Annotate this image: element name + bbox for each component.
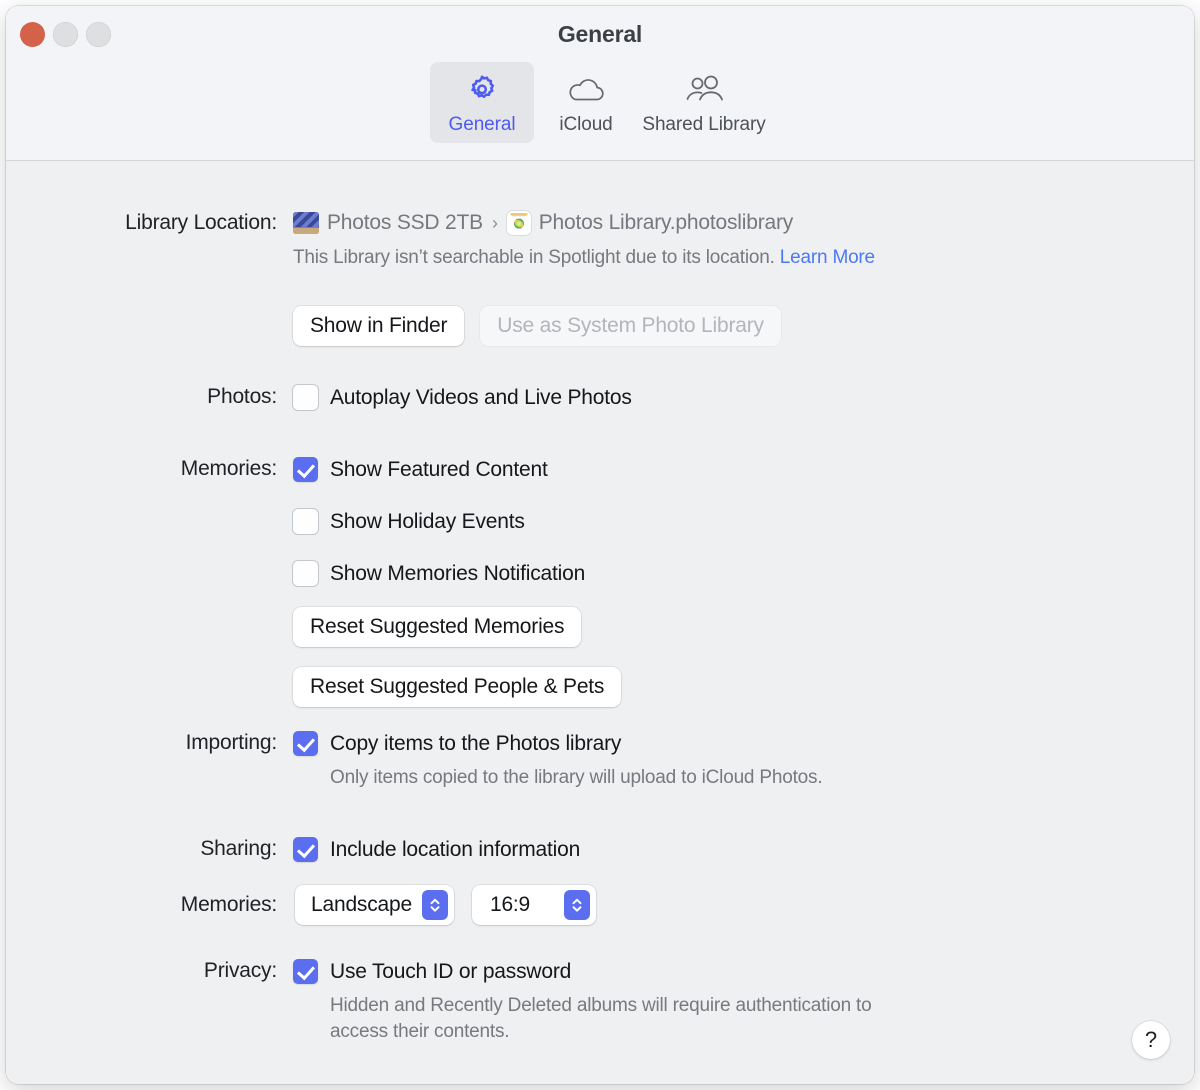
copy-items-label: Copy items to the Photos library [330,732,622,755]
memories-orientation-select[interactable]: Landscape [295,885,454,925]
memories-aspect-value: 16:9 [489,893,531,916]
show-memories-notification-row[interactable]: Show Memories Notification [293,559,1152,589]
external-drive-icon [293,212,319,234]
drive-name: Photos SSD 2TB [327,211,483,234]
library-note-text: This Library isn’t searchable in Spotlig… [293,247,775,268]
memories-label: Memories: [180,457,277,480]
reset-suggested-memories-button[interactable]: Reset Suggested Memories [293,607,582,647]
privacy-note-line1: Hidden and Recently Deleted albums will … [330,995,872,1016]
memories-orientation-value: Landscape [311,893,412,916]
library-location-label: Library Location: [125,211,277,234]
show-memories-notification-label: Show Memories Notification [330,562,586,585]
show-holiday-events-label: Show Holiday Events [330,510,525,533]
chevron-updown-icon-2[interactable] [564,890,591,920]
show-holiday-events-checkbox[interactable] [293,509,318,534]
include-location-checkbox[interactable] [293,837,318,862]
show-memories-notification-checkbox[interactable] [293,561,318,586]
memories-aspect-select[interactable]: 16:9 [471,885,597,925]
photos-label: Photos: [207,385,277,408]
touch-id-row[interactable]: Use Touch ID or password [293,957,1152,987]
importing-row: Importing: Copy items to the Photos libr… [52,729,1152,791]
photos-row: Photos: Autoplay Videos and Live Photos [52,383,1152,413]
privacy-note-line2: access their contents. [330,1021,510,1042]
cloud-icon [566,71,606,109]
chevron-updown-icon[interactable] [421,890,448,920]
importing-note: Only items copied to the library will up… [330,767,823,788]
sharing-memories-row: Memories: Landscape 16:9 [52,885,1152,925]
photos-library-icon [506,211,531,235]
show-featured-content-row[interactable]: Show Featured Content [293,455,1152,485]
gear-icon [464,71,500,109]
sharing-row: Sharing: Include location information [52,835,1152,865]
memories-row: Memories: Show Featured Content Show Hol… [52,455,1152,707]
photos-settings-window: General General iCloud Shared Library Li… [6,6,1194,1084]
show-featured-content-checkbox[interactable] [293,457,318,482]
autoplay-videos-checkbox[interactable] [293,385,318,410]
library-location-row: Library Location: Photos SSD 2TB › Photo… [52,209,1152,271]
tab-icloud-label: iCloud [559,114,613,135]
path-separator: › [491,213,498,233]
autoplay-videos-label: Autoplay Videos and Live Photos [330,386,632,409]
help-button[interactable]: ? [1132,1021,1170,1059]
tab-general-label: General [448,114,516,135]
show-holiday-events-row[interactable]: Show Holiday Events [293,507,1152,537]
settings-content: Library Location: Photos SSD 2TB › Photo… [6,161,1194,1084]
touch-id-label: Use Touch ID or password [330,960,572,983]
library-path: Photos SSD 2TB › Photos Library.photosli… [293,209,1152,237]
tab-shared-library-label: Shared Library [642,114,766,135]
reset-suggested-people-pets-button[interactable]: Reset Suggested People & Pets [293,667,622,707]
touch-id-checkbox[interactable] [293,959,318,984]
sharing-label: Sharing: [200,837,277,860]
window-title: General [557,21,643,47]
include-location-row[interactable]: Include location information [293,835,1152,865]
importing-label: Importing: [185,731,278,754]
autoplay-videos-checkbox-row[interactable]: Autoplay Videos and Live Photos [293,383,1152,413]
people-icon [682,71,726,109]
privacy-row: Privacy: Use Touch ID or password Hidden… [52,957,1152,1045]
library-name: Photos Library.photoslibrary [538,211,794,234]
library-buttons-row: Show in Finder Use as System Photo Libra… [52,306,1152,346]
titlebar: General General iCloud Shared Library [6,6,1194,161]
settings-tabbar: General iCloud Shared Library [6,62,1194,143]
copy-items-row[interactable]: Copy items to the Photos library [293,729,1152,759]
tab-general[interactable]: General [430,62,534,143]
library-spotlight-note: This Library isn’t searchable in Spotlig… [293,245,1152,271]
copy-items-checkbox[interactable] [293,731,318,756]
sharing-memories-label: Memories: [180,893,277,916]
use-as-system-photo-library-button: Use as System Photo Library [480,306,781,346]
learn-more-link[interactable]: Learn More [780,247,875,268]
privacy-label: Privacy: [203,959,277,982]
show-in-finder-button[interactable]: Show in Finder [293,306,465,346]
tab-icloud[interactable]: iCloud [534,62,638,143]
show-featured-content-label: Show Featured Content [330,458,548,481]
tab-shared-library[interactable]: Shared Library [638,62,770,143]
include-location-label: Include location information [330,838,581,861]
